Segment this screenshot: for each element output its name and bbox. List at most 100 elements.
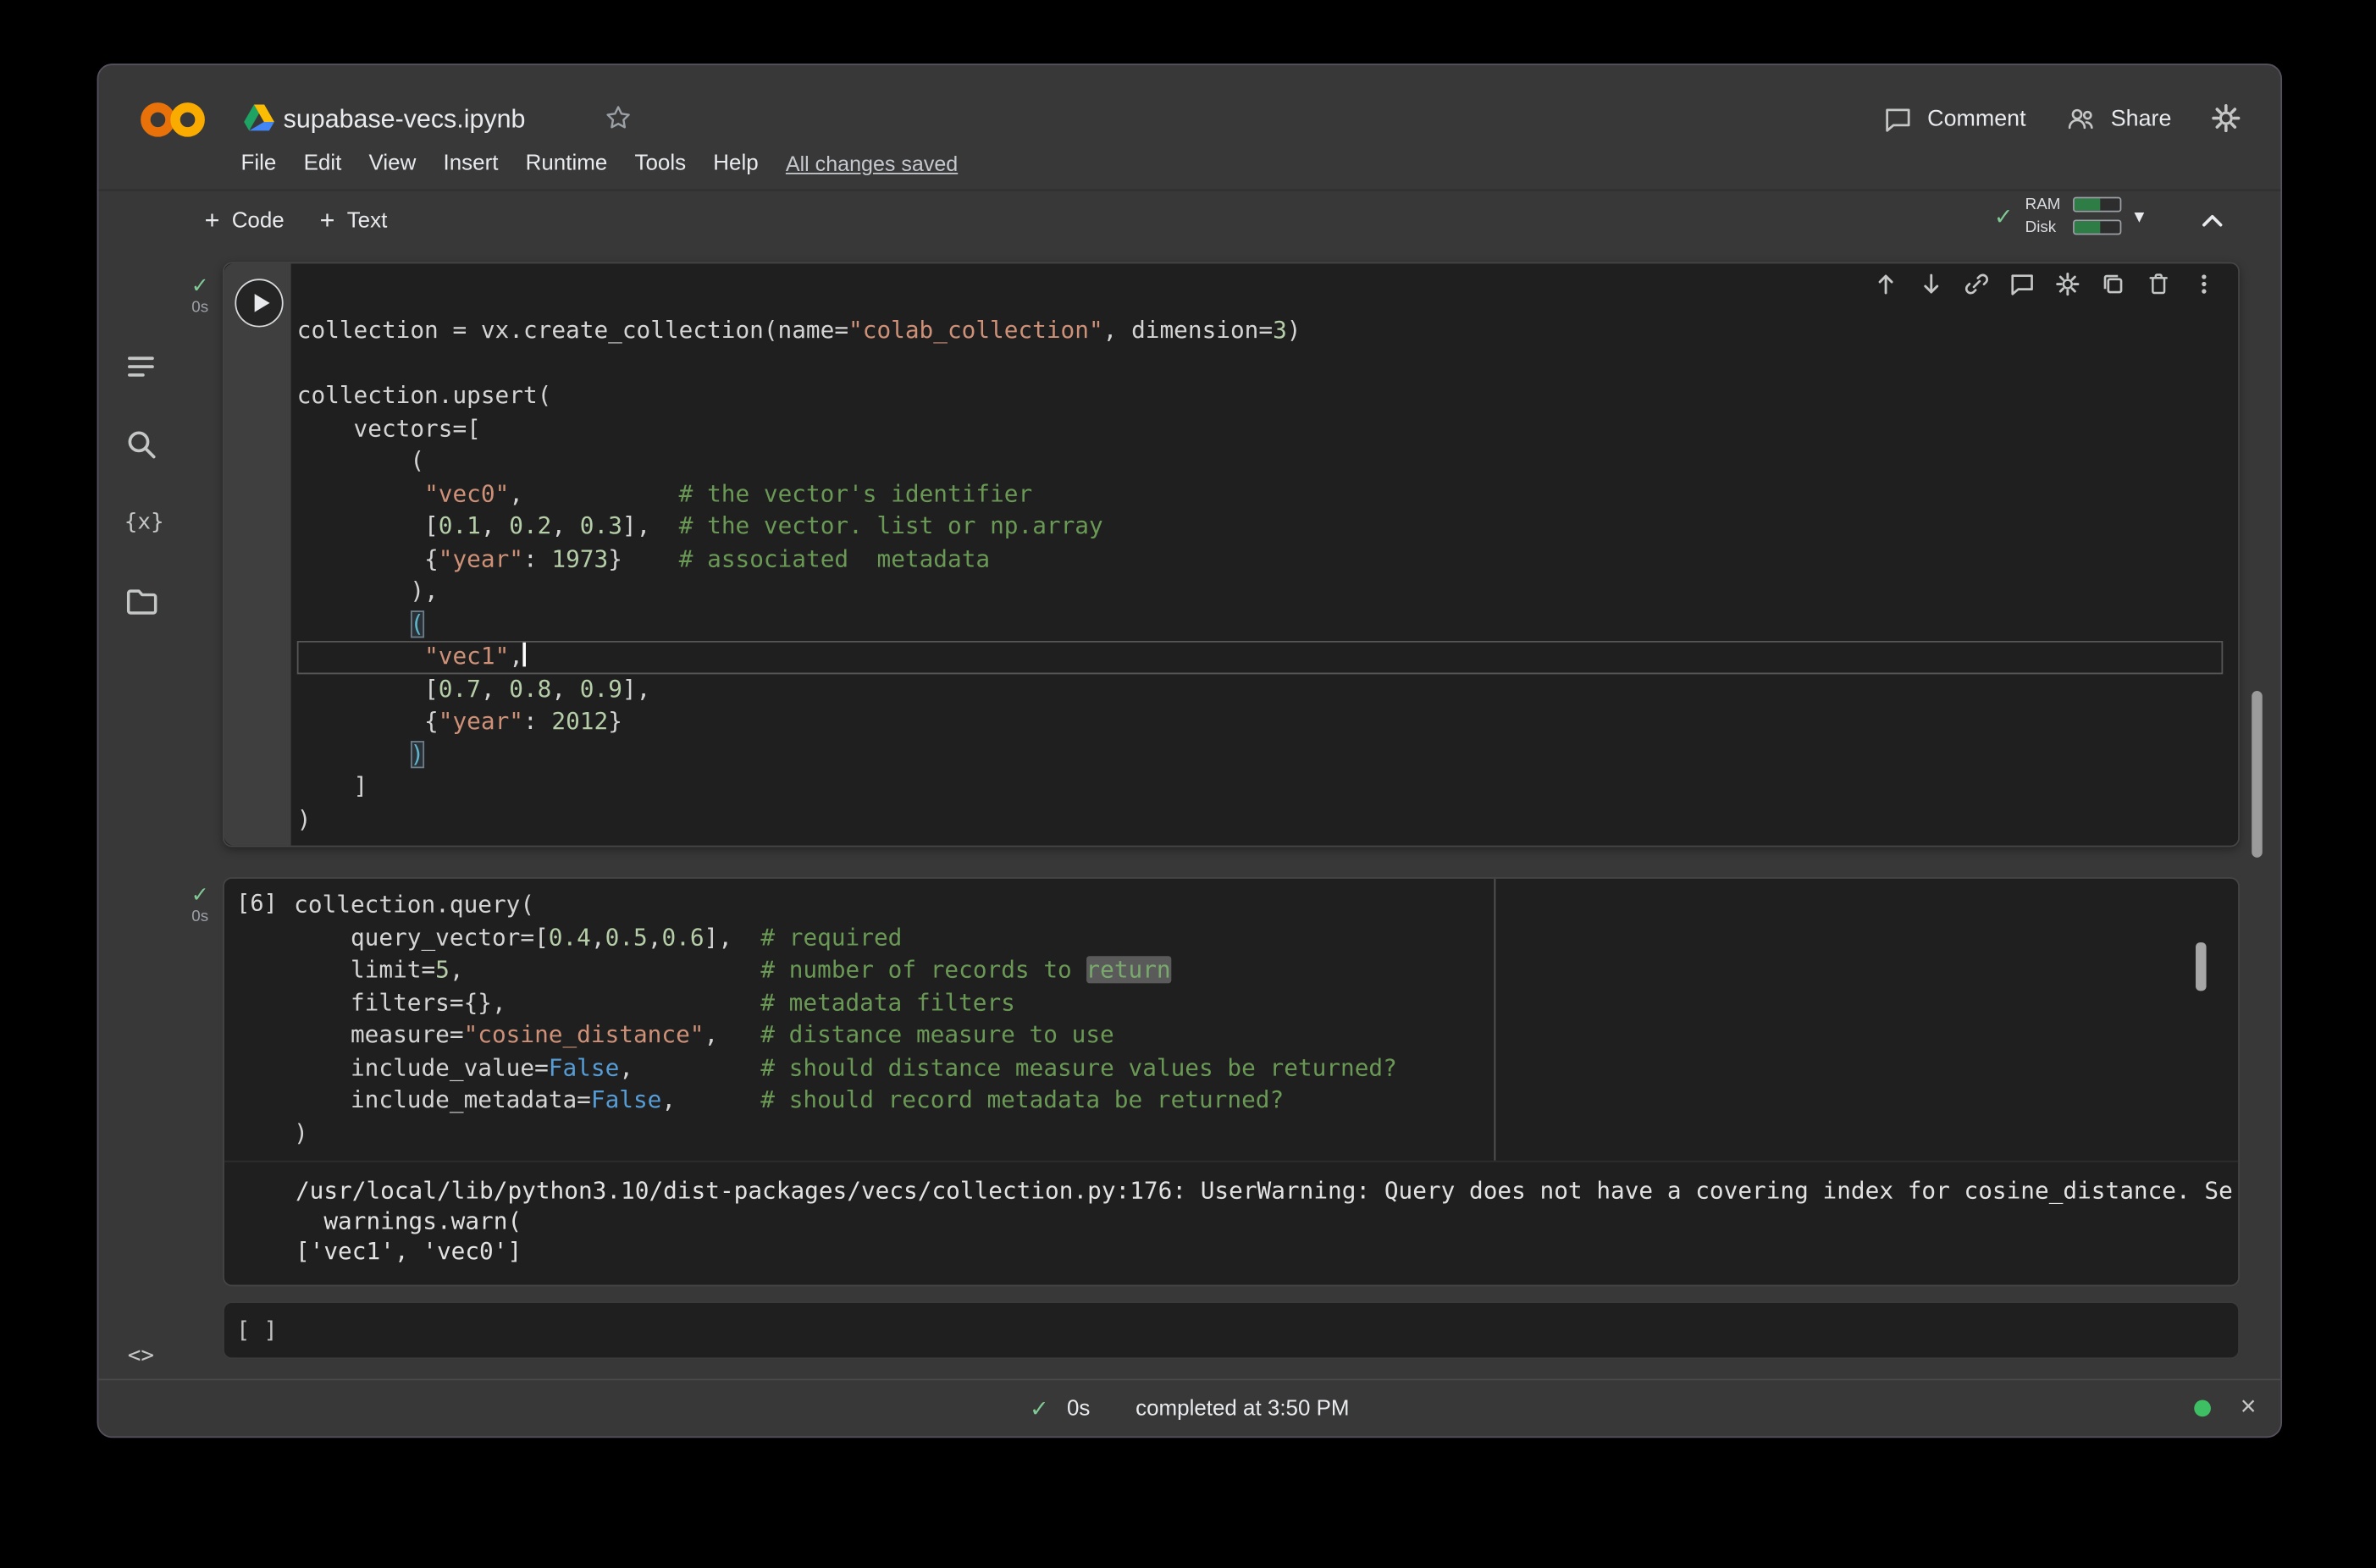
code-line[interactable]: {"year": 1973} # associated metadata <box>297 544 2224 576</box>
star-icon[interactable] <box>605 104 632 131</box>
plus-icon: + <box>205 206 220 236</box>
add-code-button[interactable]: + Code <box>205 203 285 240</box>
code-line[interactable]: measure="cosine_distance", # distance me… <box>294 1019 2223 1052</box>
code-line[interactable]: vectors=[ <box>297 413 2224 445</box>
menu-edit[interactable]: Edit <box>304 152 342 176</box>
code-line[interactable]: [0.1, 0.2, 0.3], # the vector. list or n… <box>297 511 2224 543</box>
code-token: ) <box>410 740 424 767</box>
status-check-icon: ✓ <box>1030 1394 1049 1422</box>
cell-scrollbar-thumb[interactable] <box>2196 942 2207 991</box>
output-line: /usr/local/lib/python3.10/dist-packages/… <box>296 1176 2229 1206</box>
collapse-header-button[interactable] <box>2196 205 2229 238</box>
code-line[interactable]: ), <box>297 576 2224 608</box>
move-cell-down-icon[interactable] <box>1919 271 1944 296</box>
code-token: collection.query( <box>294 891 534 918</box>
code-token: # the vector's identifier <box>679 479 1032 506</box>
code-line[interactable]: "vec0", # the vector's identifier <box>297 478 2224 511</box>
code-line[interactable]: include_value=False, # should distance m… <box>294 1052 2223 1085</box>
titlebar: supabase-vecs.ipynb File Edit View Inser… <box>98 65 2280 191</box>
code-token: return <box>1086 956 1170 983</box>
more-options-icon[interactable] <box>2191 271 2217 296</box>
code-token: include_metadata= <box>294 1086 591 1113</box>
success-check-icon: ✓ <box>180 274 220 297</box>
settings-gear-icon[interactable] <box>2211 103 2241 134</box>
save-status[interactable]: All changes saved <box>786 152 958 176</box>
menu-file[interactable]: File <box>241 152 277 176</box>
code-line[interactable]: {"year": 2012} <box>297 706 2224 738</box>
notebook-title[interactable]: supabase-vecs.ipynb <box>284 104 526 135</box>
code-line[interactable]: ) <box>294 1118 2223 1150</box>
code-token: limit= <box>294 956 435 983</box>
code-cell-2[interactable]: [6] collection.query( query_vector=[0.4,… <box>223 877 2240 1286</box>
close-status-bar-icon[interactable]: × <box>2241 1391 2257 1423</box>
chevron-down-icon[interactable]: ▾ <box>2135 204 2145 229</box>
run-cell-button[interactable] <box>235 279 283 327</box>
code-token: } <box>608 708 622 735</box>
code-line[interactable]: ( <box>297 609 2224 641</box>
code-line[interactable]: collection.query( <box>294 889 2223 921</box>
menu-view[interactable]: View <box>369 152 417 176</box>
code-line[interactable] <box>297 348 2224 380</box>
code-line[interactable]: ) <box>297 738 2224 770</box>
plus-icon: + <box>320 206 335 236</box>
cell-run-strip <box>224 263 291 845</box>
code-token: 0.1 <box>439 512 481 539</box>
code-token: False <box>591 1086 662 1113</box>
code-line[interactable]: ) <box>297 803 2224 836</box>
code-token: } <box>608 544 679 571</box>
code-token <box>297 643 424 670</box>
colab-logo-icon[interactable] <box>138 96 207 144</box>
code-line[interactable]: [0.7, 0.8, 0.9], <box>297 673 2224 705</box>
code-line[interactable]: ] <box>297 771 2224 803</box>
code-cell-1[interactable]: collection = vx.create_collection(name="… <box>223 262 2240 847</box>
colab-window: supabase-vecs.ipynb File Edit View Inser… <box>97 63 2283 1438</box>
code-token: { <box>297 544 439 571</box>
code-line[interactable]: collection = vx.create_collection(name="… <box>297 315 2224 347</box>
files-folder-icon[interactable] <box>124 585 157 618</box>
ram-label: RAM <box>2025 196 2065 213</box>
code-token: 0.5 <box>605 924 648 951</box>
add-text-button[interactable]: + Text <box>320 203 388 240</box>
code-token: , <box>551 675 579 702</box>
code-snippets-icon[interactable]: <> <box>124 1339 157 1372</box>
code-token: ( <box>297 447 424 474</box>
code-token: query_vector=[ <box>294 924 549 951</box>
cell-settings-gear-icon[interactable] <box>2055 271 2080 296</box>
resource-monitor[interactable]: ✓ RAM Disk ▾ <box>1994 196 2144 236</box>
menu-help[interactable]: Help <box>713 152 758 176</box>
code-line[interactable]: include_metadata=False, # should record … <box>294 1085 2223 1117</box>
link-to-cell-icon[interactable] <box>1964 271 1989 296</box>
code-editor[interactable]: collection.query( query_vector=[0.4,0.5,… <box>224 879 2238 1161</box>
menu-tools[interactable]: Tools <box>634 152 686 176</box>
code-token: [ <box>297 675 439 702</box>
code-line[interactable]: limit=5, # number of records to return <box>294 954 2223 986</box>
table-of-contents-icon[interactable] <box>124 350 157 383</box>
code-token: "cosine_distance" <box>464 1021 705 1048</box>
comment-button[interactable]: Comment <box>1883 104 2025 133</box>
move-cell-up-icon[interactable] <box>1873 271 1898 296</box>
add-comment-icon[interactable] <box>2009 271 2035 296</box>
share-button[interactable]: Share <box>2065 104 2171 131</box>
code-line[interactable]: "vec1", <box>297 641 2224 673</box>
mirror-cell-icon[interactable] <box>2100 271 2125 296</box>
code-line[interactable]: filters={}, # metadata filters <box>294 987 2223 1019</box>
code-token: ( <box>410 610 424 637</box>
notebook-scrollbar-thumb[interactable] <box>2252 691 2263 858</box>
variables-icon[interactable]: {x} <box>124 506 157 539</box>
code-line[interactable]: collection.upsert( <box>297 380 2224 412</box>
code-line[interactable]: query_vector=[0.4,0.5,0.6], # required <box>294 922 2223 954</box>
cell-2-exec-status: ✓ 0s <box>180 883 220 925</box>
menu-insert[interactable]: Insert <box>444 152 499 176</box>
cell-1-exec-status: ✓ 0s <box>180 274 220 317</box>
code-line[interactable]: ( <box>297 445 2224 478</box>
code-editor[interactable]: collection = vx.create_collection(name="… <box>291 263 2239 845</box>
empty-code-cell[interactable]: [ ] <box>223 1301 2240 1359</box>
status-message: ✓ 0s completed at 3:50 PM <box>98 1380 2280 1436</box>
search-icon[interactable] <box>124 428 157 461</box>
code-token: , <box>509 643 523 670</box>
delete-cell-icon[interactable] <box>2146 271 2171 296</box>
menu-runtime[interactable]: Runtime <box>526 152 608 176</box>
code-token: "colab_collection" <box>848 317 1103 344</box>
code-token: [ <box>297 512 439 539</box>
code-token: : <box>523 708 551 735</box>
